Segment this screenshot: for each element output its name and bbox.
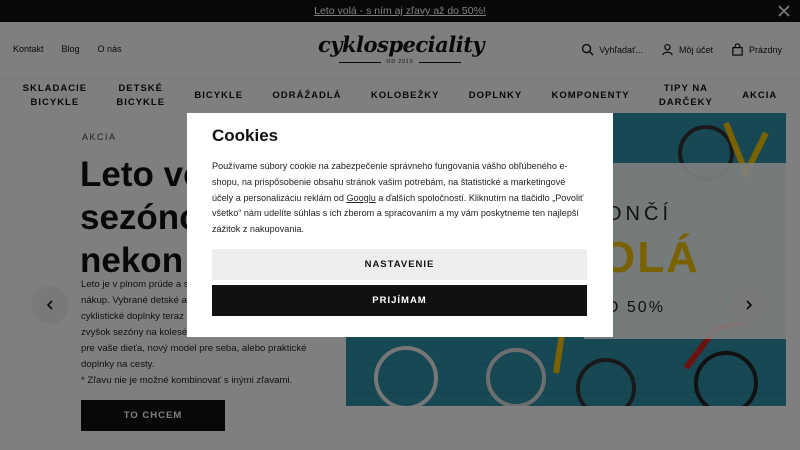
cookie-title: Cookies — [212, 126, 279, 145]
cookie-dialog: Cookies Používame súbory cookie na zabez… — [187, 113, 613, 337]
cookie-accept-button[interactable]: PRIJÍMAM — [212, 285, 587, 316]
cookie-text: Používame súbory cookie na zabezpečenie … — [212, 161, 584, 235]
google-link[interactable]: Googlu — [346, 193, 375, 203]
cookie-settings-button[interactable]: NASTAVENIE — [212, 249, 587, 280]
